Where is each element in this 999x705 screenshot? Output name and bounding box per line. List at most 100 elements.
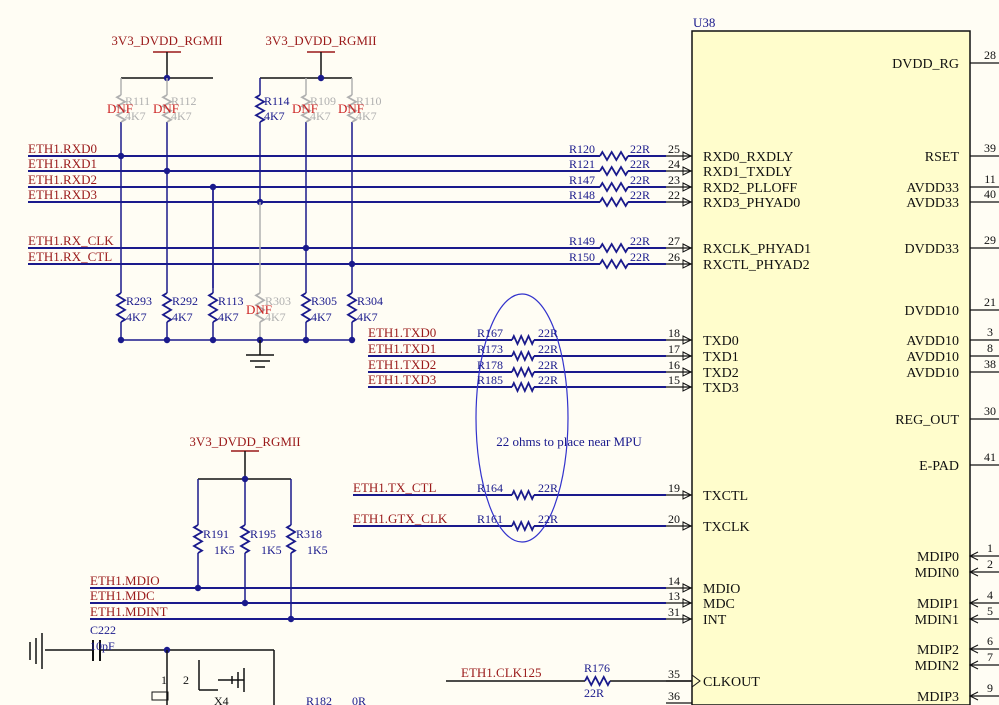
series-resistor xyxy=(511,349,535,363)
cap-ref: C222 xyxy=(90,623,116,637)
u38-pin-name: AVDD10 xyxy=(906,366,959,381)
net-label: ETH1.MDIO xyxy=(90,573,160,588)
u38-pin-name: RXD3_PHYAD0 xyxy=(703,196,800,211)
u38-pin-number: 24 xyxy=(668,157,680,171)
junction-dot xyxy=(302,336,310,344)
power-label: 3V3_DVDD_RGMII xyxy=(265,33,376,48)
u38-pin-number: 15 xyxy=(668,373,680,387)
series-resistor-value: 22R xyxy=(538,373,558,387)
series-resistor-ref: R161 xyxy=(477,512,503,526)
u38-pin-name: E-PAD xyxy=(919,459,959,474)
series-resistor-value: 22R xyxy=(630,234,650,248)
pulldown-resistor xyxy=(207,292,219,323)
u38-pin-number: 40 xyxy=(984,187,996,201)
u38-pin-name: TXD3 xyxy=(703,381,739,396)
pulldown-resistor xyxy=(346,292,358,323)
net-label: ETH1.RXD2 xyxy=(28,172,97,187)
r182-ref: R182 xyxy=(306,694,332,705)
net-label: ETH1.RX_CTL xyxy=(28,249,112,264)
u38-pin-name: TXD0 xyxy=(703,334,739,349)
u38-pin-name: MDIN2 xyxy=(915,659,959,674)
u38-pin-number: 30 xyxy=(984,404,996,418)
u38-pin-name: MDIP1 xyxy=(917,597,959,612)
u38-pin-name: MDC xyxy=(703,597,735,612)
u38-pin-name: DVDD33 xyxy=(905,242,959,257)
u38-pin-number: 29 xyxy=(984,233,996,247)
series-resistor-ref: R149 xyxy=(569,234,595,248)
u38-pin-number: 21 xyxy=(984,295,996,309)
series-resistor xyxy=(511,333,535,347)
u38-pin-number: 4 xyxy=(987,588,993,602)
u38-pin-name: MDIO xyxy=(703,582,740,597)
u38-pin-name: AVDD10 xyxy=(906,334,959,349)
series-resistor-ref: R148 xyxy=(569,188,595,202)
u38-pin-name: MDIP3 xyxy=(917,690,959,705)
u38-pin-name: INT xyxy=(703,613,727,628)
u38-pin-name: AVDD10 xyxy=(906,350,959,365)
u38-pin-name: TXCLK xyxy=(703,520,750,535)
series-resistor xyxy=(599,181,629,193)
series-resistor-value: 22R xyxy=(584,686,604,700)
u38-pin-number: 16 xyxy=(668,358,680,372)
series-resistor-ref: R176 xyxy=(584,661,610,675)
u38-pin-name: RXCLK_PHYAD1 xyxy=(703,242,811,257)
series-resistor-ref: R178 xyxy=(477,358,503,372)
series-resistor-value: 22R xyxy=(538,481,558,495)
net-label: ETH1.TXD2 xyxy=(368,357,436,372)
u38-pin-name: RXCTL_PHYAD2 xyxy=(703,258,810,273)
mdio-pullup-ref: R318 xyxy=(296,527,322,541)
u38-pin-name: DVDD10 xyxy=(905,304,959,319)
u38-pin-name: RXD1_TXDLY xyxy=(703,165,793,180)
pullup-value: 4K7 xyxy=(264,109,285,123)
net-label: ETH1.RXD0 xyxy=(28,141,97,156)
net-label: ETH1.MDC xyxy=(90,588,155,603)
series-resistor-ref: R167 xyxy=(477,326,503,340)
series-resistor xyxy=(599,165,629,177)
u38-pin-number: 6 xyxy=(987,634,993,648)
net-label: ETH1.MDINT xyxy=(90,604,168,619)
pulldown-resistor xyxy=(300,292,312,323)
junction-dot xyxy=(117,336,125,344)
u38-pin-number: 7 xyxy=(987,650,993,664)
u38-pin-name: RSET xyxy=(925,150,960,165)
r182-value: 0R xyxy=(352,694,366,705)
pulldown-value: 4K7 xyxy=(126,310,147,324)
series-resistor xyxy=(599,196,629,208)
power-label: 3V3_DVDD_RGMII xyxy=(111,33,222,48)
u38-pin-number: 23 xyxy=(668,173,680,187)
x4-pin-number: 2 xyxy=(183,673,189,687)
series-resistor xyxy=(511,365,535,379)
u38-pin-number: 1 xyxy=(987,541,993,555)
placement-note: 22 ohms to place near MPU xyxy=(496,434,642,449)
u38-pin-number: 27 xyxy=(668,234,680,248)
series-resistor-ref: R120 xyxy=(569,142,595,156)
u38-pin-number: 18 xyxy=(668,326,680,340)
series-resistor-value: 22R xyxy=(630,188,650,202)
series-resistor xyxy=(599,242,629,254)
u38-pin-name: CLKOUT xyxy=(703,675,760,690)
u38-pin-number: 28 xyxy=(984,48,996,62)
mdio-pullup-resistor xyxy=(239,524,251,554)
mdio-pullup-value: 1K5 xyxy=(214,543,235,557)
pulldown-ref: R293 xyxy=(126,294,152,308)
dnf-label: DNF xyxy=(292,101,318,116)
cap-value: 10pF xyxy=(90,639,115,653)
net-label: ETH1.RXD3 xyxy=(28,187,97,202)
u38-pin-name: TXCTL xyxy=(703,489,748,504)
u38-pin-number: 20 xyxy=(668,512,680,526)
u38-pin-name: TXD2 xyxy=(703,366,739,381)
u38-pin-number: 22 xyxy=(668,188,680,202)
series-resistor-value: 22R xyxy=(538,326,558,340)
u38-pin-number: 38 xyxy=(984,357,996,371)
series-resistor-value: 22R xyxy=(630,173,650,187)
net-label: ETH1.TXD1 xyxy=(368,341,436,356)
u38-pin-number: 11 xyxy=(984,172,996,186)
series-resistor xyxy=(599,258,629,270)
junction-dot xyxy=(317,74,325,82)
pulldown-resistor xyxy=(115,292,127,323)
pulldown-value: 4K7 xyxy=(357,310,378,324)
u38-pin-name: MDIN0 xyxy=(915,566,959,581)
u38-pin-number: 39 xyxy=(984,141,996,155)
u38-pin-name: MDIP2 xyxy=(917,643,959,658)
pullup-resistor xyxy=(254,94,266,123)
